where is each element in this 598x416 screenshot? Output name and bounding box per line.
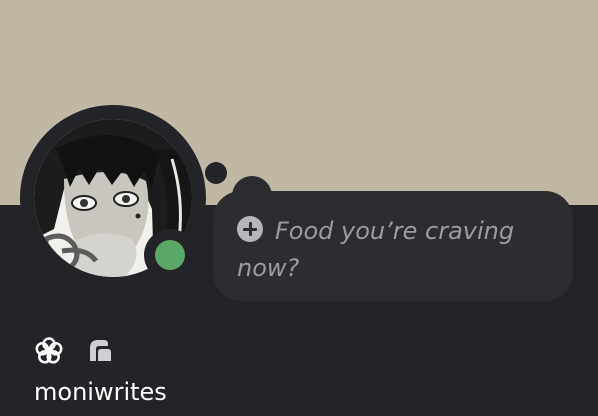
flower-badge-icon[interactable] [34,336,64,366]
quest-badge-icon[interactable] [84,336,114,366]
custom-status-bubble[interactable]: Food you’re craving now? [213,191,573,301]
custom-status-prompt: Food you’re craving now? [237,217,515,282]
thought-bubble-tail-small [205,162,227,184]
online-status-icon [155,240,185,270]
add-circle-icon [237,216,263,242]
profile-card: Food you’re craving now? moniwrites [0,0,598,416]
username: moniwrites [34,378,167,406]
